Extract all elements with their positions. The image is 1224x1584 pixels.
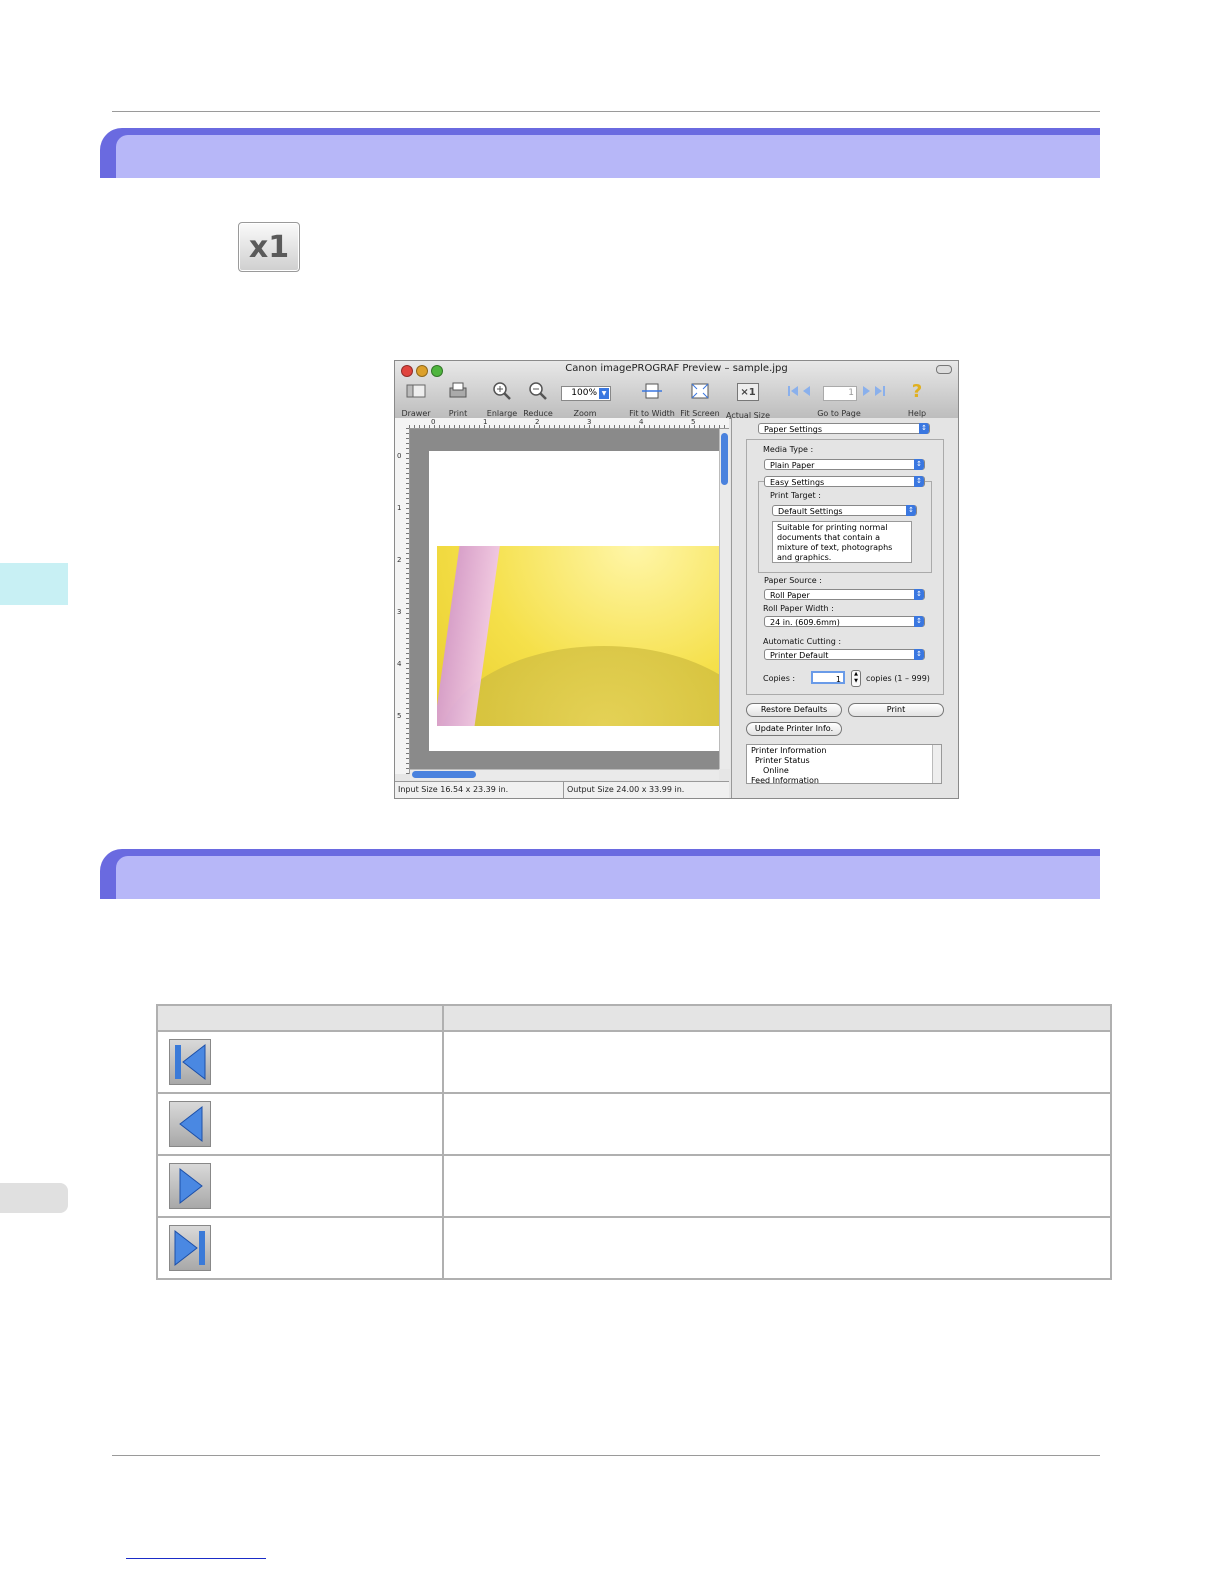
printer-icon	[447, 381, 469, 401]
table-header-cell	[156, 1004, 444, 1032]
next-page-icon	[169, 1163, 211, 1209]
paper-source-select[interactable]: Roll Paper	[764, 589, 925, 600]
table-row	[156, 1154, 1112, 1218]
drawer-icon	[405, 381, 427, 401]
media-type-select[interactable]: Plain Paper	[764, 459, 925, 470]
table-header-cell	[442, 1004, 1112, 1032]
settings-drawer: Paper Settings Media Type : Plain Paper …	[731, 418, 958, 798]
printer-info-list: Printer Information Printer Status Onlin…	[746, 744, 942, 784]
reduce-button[interactable]: Reduce	[521, 381, 555, 418]
print-toolbar-button[interactable]: Print	[443, 381, 473, 418]
roll-width-select[interactable]: 24 in. (609.6mm)	[764, 616, 925, 627]
restore-defaults-button[interactable]: Restore Defaults	[746, 703, 842, 717]
actual-size-icon: ×1	[737, 383, 759, 401]
horizontal-scrollbar[interactable]	[410, 769, 719, 780]
fit-width-icon	[641, 381, 663, 401]
copies-field[interactable]: 1	[811, 671, 845, 684]
zoom-out-icon	[527, 381, 549, 401]
input-size-status: Input Size 16.54 x 23.39 in.	[395, 781, 564, 798]
zoom-in-icon	[491, 381, 513, 401]
table-row	[156, 1092, 1112, 1156]
print-target-description: Suitable for printing normal documents t…	[772, 521, 912, 563]
first-page-small-icon	[788, 386, 810, 396]
print-target-select[interactable]: Default Settings	[772, 505, 917, 516]
first-page-icon	[169, 1039, 211, 1085]
title-bar: Canon imagePROGRAF Preview – sample.jpg …	[395, 361, 958, 420]
index-tab	[0, 1183, 68, 1213]
chapter-tab	[0, 563, 68, 605]
fit-to-width-button[interactable]: Fit to Width	[627, 381, 677, 418]
header-rule	[112, 111, 1100, 112]
toolbar-toggle-button[interactable]	[936, 365, 952, 374]
page-navigation-table	[156, 1004, 1112, 1280]
page-number-field[interactable]: 1	[823, 386, 857, 401]
table-row	[156, 1030, 1112, 1094]
horizontal-ruler: 0 1 2 3 4 5	[409, 418, 729, 429]
ruler-corner	[395, 418, 409, 428]
window-title: Canon imagePROGRAF Preview – sample.jpg	[565, 363, 788, 374]
help-button[interactable]: ? Help	[903, 380, 931, 419]
enlarge-button[interactable]: Enlarge	[485, 381, 519, 418]
panel-select[interactable]: Paper Settings	[758, 423, 930, 434]
print-button[interactable]: Print	[848, 703, 944, 717]
output-size-status: Output Size 24.00 x 33.99 in.	[564, 781, 729, 798]
fit-screen-icon	[689, 381, 711, 401]
easy-settings-select[interactable]: Easy Settings	[764, 476, 925, 487]
horizontal-scroll-thumb[interactable]	[412, 771, 476, 778]
footer-rule	[112, 1455, 1100, 1456]
footer-link-underline[interactable]	[126, 1558, 266, 1559]
actual-size-button-large[interactable]: x1	[238, 222, 300, 272]
vertical-scroll-thumb[interactable]	[721, 433, 728, 485]
vertical-scrollbar[interactable]	[719, 429, 730, 769]
section-banner-2	[100, 849, 1100, 899]
update-printer-info-button[interactable]: Update Printer Info.	[746, 722, 842, 736]
fit-screen-button[interactable]: Fit Screen	[679, 381, 721, 418]
preview-image	[437, 546, 720, 726]
drawer-button[interactable]: Drawer	[399, 381, 433, 418]
preview-window: Canon imagePROGRAF Preview – sample.jpg …	[394, 360, 959, 799]
last-page-icon	[169, 1225, 211, 1271]
vertical-ruler: 0 1 2 3 4 5	[395, 428, 410, 774]
previous-page-icon	[169, 1101, 211, 1147]
table-header-row	[156, 1004, 1112, 1032]
preview-canvas[interactable]	[410, 429, 720, 769]
section-banner-1	[100, 128, 1100, 178]
info-scrollbar[interactable]	[932, 745, 941, 783]
auto-cut-select[interactable]: Printer Default	[764, 649, 925, 660]
table-row	[156, 1216, 1112, 1280]
actual-size-icon: x1	[248, 229, 290, 265]
copies-stepper[interactable]: ▲ ▼	[851, 670, 861, 687]
actual-size-toolbar-button[interactable]: ×1 Actual Size	[725, 381, 771, 420]
zoom-label-group: Zoom	[573, 409, 597, 418]
help-icon: ?	[911, 380, 923, 402]
last-page-small-icon	[863, 386, 885, 396]
paper-preview	[429, 451, 720, 751]
